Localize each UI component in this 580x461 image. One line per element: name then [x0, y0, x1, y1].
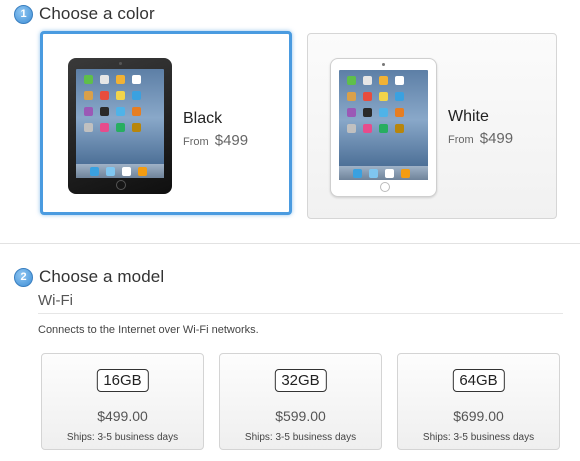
capacity-label: 32GB	[274, 369, 327, 392]
model-option-64gb[interactable]: 64GB $699.00 Ships: 3-5 business days	[397, 353, 560, 450]
ipad-screen	[339, 70, 428, 180]
model-price: $599.00	[275, 408, 326, 424]
step-2-number-badge: 2	[14, 267, 33, 287]
shipping-info: Ships: 3-5 business days	[66, 432, 179, 443]
color-name-white: White	[448, 108, 489, 125]
color-option-black[interactable]: Black From $499	[40, 31, 292, 215]
color-option-white[interactable]: White From $499	[307, 33, 557, 219]
capacity-label: 64GB	[452, 369, 505, 392]
connectivity-title: Wi-Fi	[38, 292, 73, 309]
from-label: From	[183, 136, 209, 148]
price-value: $499	[479, 130, 514, 147]
color-price-white: From $499	[448, 130, 513, 147]
model-price: $499.00	[97, 408, 148, 424]
step-2-header: 2 Choose a model	[14, 267, 164, 287]
ipad-white-image	[330, 58, 437, 197]
capacity-label: 16GB	[96, 369, 149, 392]
model-option-32gb[interactable]: 32GB $599.00 Ships: 3-5 business days	[219, 353, 382, 450]
price-value: $499	[214, 132, 249, 149]
from-label: From	[448, 134, 474, 146]
ipad-black-image	[68, 58, 172, 194]
section-divider	[0, 243, 580, 244]
color-price-black: From $499	[183, 132, 248, 149]
model-price: $699.00	[453, 408, 504, 424]
model-option-16gb[interactable]: 16GB $499.00 Ships: 3-5 business days	[41, 353, 204, 450]
step-1-header: 1 Choose a color	[14, 4, 155, 24]
shipping-info: Ships: 3-5 business days	[422, 432, 535, 443]
connectivity-description: Connects to the Internet over Wi-Fi netw…	[38, 324, 259, 336]
color-name-black: Black	[183, 110, 223, 127]
shipping-info: Ships: 3-5 business days	[244, 432, 357, 443]
step-1-number-badge: 1	[14, 4, 33, 24]
step-2-title: Choose a model	[39, 267, 165, 286]
ipad-screen	[76, 69, 164, 178]
step-1-title: Choose a color	[39, 4, 155, 23]
connectivity-divider	[38, 313, 563, 314]
